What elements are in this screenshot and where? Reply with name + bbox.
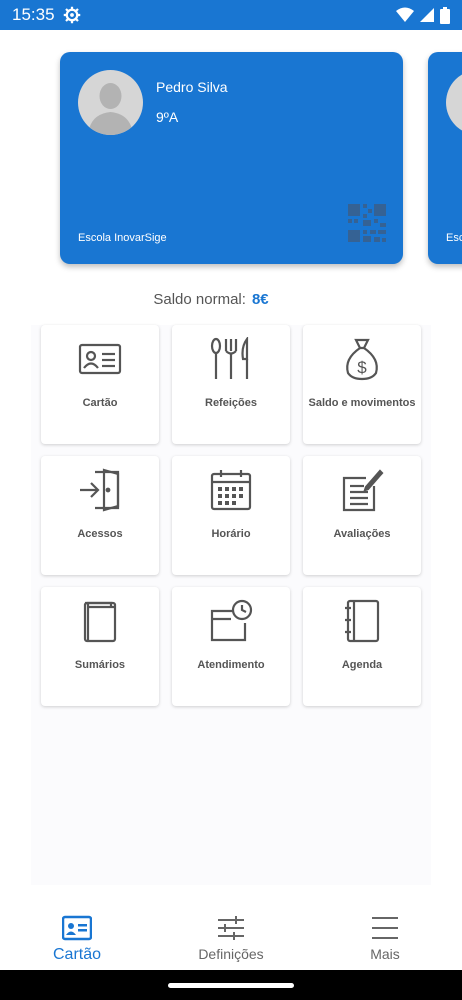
tile-horario[interactable]: Horário [172, 456, 290, 575]
tile-agenda[interactable]: Agenda [303, 587, 421, 706]
home-gesture-handle[interactable] [168, 983, 294, 988]
person-placeholder-icon [88, 83, 133, 135]
nav-item-mais[interactable]: Mais [308, 905, 462, 970]
menu-grid: Cartão Refeições $ Saldo e movimentos Ac… [31, 325, 431, 885]
battery-icon [440, 6, 450, 24]
student-grade: 9ºA [156, 109, 179, 125]
cutlery-icon [210, 337, 249, 379]
student-card[interactable]: Pedro Silva 9ºA Escola InovarSige [60, 52, 403, 264]
door-enter-icon [80, 468, 120, 512]
student-card-carousel[interactable]: Pedro Silva 9ºA Escola InovarSige Esco [0, 30, 462, 280]
status-time: 15:35 [12, 5, 55, 24]
tile-label: Horário [211, 528, 251, 540]
balance-label: Saldo normal: [153, 291, 246, 308]
tile-label: Refeições [205, 397, 257, 409]
evaluation-icon [342, 469, 384, 512]
appointment-icon [210, 599, 253, 642]
tile-label: Acessos [77, 528, 123, 540]
menu-icon [372, 917, 398, 939]
tile-atendimento[interactable]: Atendimento [172, 587, 290, 706]
tile-refeicoes[interactable]: Refeições [172, 325, 290, 444]
nav-item-cartao[interactable]: Cartão [0, 905, 154, 970]
status-indicators [396, 6, 450, 24]
svg-text:$: $ [357, 358, 367, 377]
avatar [78, 70, 143, 135]
tile-label: Atendimento [197, 659, 265, 671]
tile-saldo-movimentos[interactable]: $ Saldo e movimentos [303, 325, 421, 444]
nav-label: Cartão [52, 946, 102, 963]
tile-cartao[interactable]: Cartão [41, 325, 159, 444]
settings-gear-icon [63, 6, 80, 24]
calendar-icon [210, 470, 252, 511]
nav-label: Mais [370, 946, 400, 962]
sliders-icon [218, 916, 244, 940]
tile-label: Agenda [341, 659, 383, 671]
signal-icon [420, 8, 434, 22]
avatar [446, 70, 462, 135]
tile-acessos[interactable]: Acessos [41, 456, 159, 575]
tile-label: Cartão [82, 397, 118, 409]
tile-label: Sumários [74, 659, 126, 671]
bottom-navigation: Cartão Definições Mais [0, 905, 462, 970]
tile-label: Avaliações [333, 528, 391, 540]
balance-value: 8€ [251, 291, 269, 308]
school-name: Escola InovarSige [78, 232, 167, 244]
school-name: Esco [446, 232, 462, 244]
id-card-icon [78, 343, 122, 375]
wifi-icon [396, 7, 414, 22]
tile-sumarios[interactable]: Sumários [41, 587, 159, 706]
tile-avaliacoes[interactable]: Avaliações [303, 456, 421, 575]
qr-code-icon[interactable] [348, 204, 386, 242]
book-icon [83, 601, 117, 643]
nav-label: Definições [198, 946, 264, 962]
student-card-next[interactable]: Esco [428, 52, 462, 264]
balance-summary: Saldo normal: 8€ [0, 291, 462, 308]
money-bag-icon: $ [346, 338, 378, 381]
agenda-icon [345, 599, 380, 643]
id-card-icon [62, 915, 92, 941]
tile-label: Saldo e movimentos [308, 397, 416, 409]
status-bar: 15:35 [0, 0, 462, 30]
nav-item-definicoes[interactable]: Definições [154, 905, 308, 970]
student-name: Pedro Silva [156, 79, 228, 95]
